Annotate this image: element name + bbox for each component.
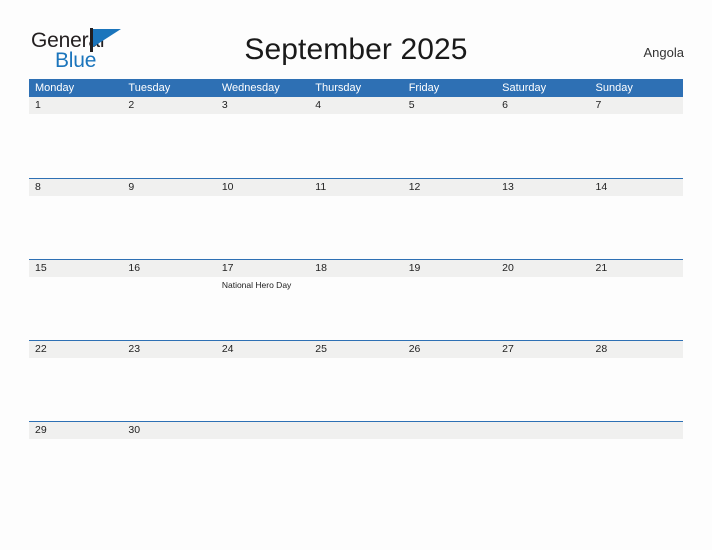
weekday-header-tuesday: Tuesday bbox=[128, 82, 171, 94]
day-number: 20 bbox=[496, 260, 590, 277]
calendar-day-cell[interactable]: 20 bbox=[496, 260, 590, 291]
day-number: 1 bbox=[29, 97, 123, 114]
calendar-day-cell[interactable]: 21 bbox=[589, 260, 683, 291]
day-number: 11 bbox=[309, 179, 403, 196]
day-number: 7 bbox=[589, 97, 683, 114]
calendar-day-cell[interactable]: 24 bbox=[215, 341, 310, 358]
calendar-day-cell[interactable]: 25 bbox=[309, 341, 403, 358]
holiday-label: National Hero Day bbox=[221, 280, 292, 290]
day-number: 13 bbox=[496, 179, 590, 196]
calendar-week-cells: 8 9 10 11 12 13 14 bbox=[29, 179, 683, 196]
calendar-day-cell[interactable]: 7 bbox=[589, 97, 683, 114]
day-number: 12 bbox=[402, 179, 497, 196]
calendar-day-cell[interactable]: 5 bbox=[402, 97, 497, 114]
weekday-header-thursday: Thursday bbox=[315, 82, 362, 94]
calendar-week-row: 1234567 bbox=[29, 97, 683, 178]
day-number: 9 bbox=[122, 179, 216, 196]
calendar-day-cell[interactable]: 30 bbox=[122, 422, 216, 439]
day-number: 2 bbox=[122, 97, 216, 114]
calendar-day-cell[interactable]: 9 bbox=[122, 179, 216, 196]
calendar-weeks: 1 2 3 4 5 6 7 8 9 10 11 12 13 14 15 16 17 National Hero D… bbox=[29, 97, 683, 502]
calendar-grid: Monday Tuesday Wednesday Thursday Friday Satu… bbox=[29, 79, 683, 502]
weekday-header-friday: Friday bbox=[408, 82, 440, 94]
weekday-header-monday: Monday bbox=[35, 82, 75, 94]
calendar-day-cell[interactable]: 28 bbox=[589, 341, 683, 358]
calendar-week-cells: 22 23 24 25 26 27 28 bbox=[29, 341, 683, 358]
calendar-day-cell-empty bbox=[496, 422, 590, 439]
day-number: 14 bbox=[589, 179, 683, 196]
day-number: 24 bbox=[215, 341, 310, 358]
day-number: 25 bbox=[309, 341, 403, 358]
calendar-day-cell[interactable]: 4 bbox=[309, 97, 403, 114]
calendar-week-row: 15 16 17 National Hero Day 18 19 20 21 bbox=[29, 259, 683, 340]
calendar-day-cell[interactable]: 19 bbox=[402, 260, 497, 291]
day-number: 3 bbox=[215, 97, 310, 114]
calendar-day-cell[interactable]: 26 bbox=[402, 341, 497, 358]
calendar-week-cells: 15 16 17 National Hero Day 18 19 20 21 bbox=[29, 260, 683, 291]
calendar-day-cell[interactable]: 29 bbox=[29, 422, 123, 439]
day-number: 6 bbox=[496, 97, 590, 114]
day-number bbox=[215, 422, 310, 439]
day-number bbox=[402, 422, 497, 439]
calendar-day-cell[interactable]: 2 bbox=[122, 97, 216, 114]
day-number bbox=[496, 422, 590, 439]
calendar-day-cell-empty bbox=[402, 422, 497, 439]
day-number: 23 bbox=[122, 341, 216, 358]
calendar-day-cell[interactable]: 10 bbox=[215, 179, 310, 196]
calendar-day-cell[interactable]: 14 bbox=[589, 179, 683, 196]
calendar-week-cells: 1234567 bbox=[29, 97, 683, 114]
day-number: 18 bbox=[309, 260, 403, 277]
calendar-day-cell[interactable]: 8 bbox=[29, 179, 123, 196]
calendar-week-row: 8 9 10 11 12 13 14 bbox=[29, 178, 683, 259]
country-label: Angola bbox=[643, 45, 684, 60]
calendar-day-cell[interactable]: 13 bbox=[496, 179, 590, 196]
calendar-day-cell[interactable]: 11 bbox=[309, 179, 403, 196]
weekday-header-saturday: Saturday bbox=[502, 82, 547, 94]
day-number bbox=[589, 422, 683, 439]
day-number: 10 bbox=[215, 179, 310, 196]
day-number: 27 bbox=[496, 341, 590, 358]
day-number: 26 bbox=[402, 341, 497, 358]
day-number: 28 bbox=[589, 341, 683, 358]
day-number: 4 bbox=[309, 97, 403, 114]
day-number: 17 bbox=[215, 260, 310, 277]
weekday-header-sunday: Sunday bbox=[595, 82, 633, 94]
calendar-day-cell[interactable]: 18 bbox=[309, 260, 403, 291]
calendar-week-row: 29 30 bbox=[29, 421, 683, 502]
calendar-day-cell[interactable]: 16 bbox=[122, 260, 216, 291]
day-number: 16 bbox=[122, 260, 216, 277]
day-number: 19 bbox=[402, 260, 497, 277]
calendar-day-cell-empty bbox=[215, 422, 310, 439]
calendar-day-cell[interactable]: 22 bbox=[29, 341, 123, 358]
page-title: September 2025 bbox=[244, 33, 468, 66]
calendar-day-cell[interactable]: 15 bbox=[29, 260, 123, 291]
day-number: 29 bbox=[29, 422, 123, 439]
calendar-day-cell[interactable]: 27 bbox=[496, 341, 590, 358]
day-number: 8 bbox=[29, 179, 123, 196]
calendar-day-cell[interactable]: 3 bbox=[215, 97, 310, 114]
calendar-day-cell[interactable]: 1 bbox=[29, 97, 123, 114]
day-number bbox=[309, 422, 403, 439]
calendar-day-cell-empty bbox=[309, 422, 403, 439]
calendar-week-row: 22 23 24 25 26 27 28 bbox=[29, 340, 683, 421]
weekday-header-wednesday: Wednesday bbox=[221, 82, 280, 94]
day-number: 22 bbox=[29, 341, 123, 358]
calendar-day-cell[interactable]: 17 National Hero Day bbox=[215, 260, 310, 291]
day-events: National Hero Day bbox=[216, 277, 309, 291]
day-number: 5 bbox=[402, 97, 497, 114]
page-header: General Blue September 2025 Angola bbox=[0, 0, 712, 79]
day-number: 15 bbox=[29, 260, 123, 277]
calendar-week-cells: 29 30 bbox=[29, 422, 683, 439]
calendar-day-cell[interactable]: 12 bbox=[402, 179, 497, 196]
day-number: 21 bbox=[589, 260, 683, 277]
calendar-day-cell-empty bbox=[589, 422, 683, 439]
calendar-day-cell[interactable]: 23 bbox=[122, 341, 216, 358]
day-number: 30 bbox=[122, 422, 216, 439]
weekday-header-row: Monday Tuesday Wednesday Thursday Friday Satu… bbox=[29, 79, 683, 97]
calendar-day-cell[interactable]: 6 bbox=[496, 97, 590, 114]
